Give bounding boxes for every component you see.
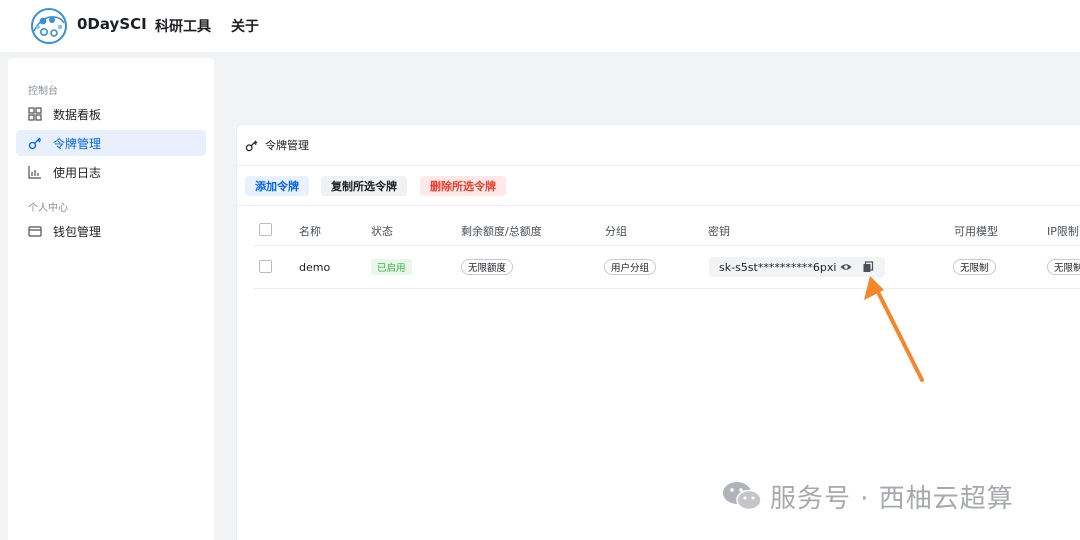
api-key-field: sk-s5st**********6pxi: [709, 257, 885, 277]
wallet-icon: [28, 224, 42, 238]
divider: [237, 165, 1080, 166]
api-key-value: sk-s5st**********6pxi: [719, 260, 837, 274]
sidebar-item-wallet[interactable]: 钱包管理: [16, 218, 206, 244]
models-tag: 无限制: [953, 259, 996, 275]
status-badge: 已启用: [371, 259, 412, 275]
watermark-text: 服务号 · 西柚云超算: [770, 483, 1014, 514]
sidebar-group-console: 控制台: [28, 86, 58, 97]
logo-icon[interactable]: [30, 7, 68, 45]
column-header-quota[interactable]: 剩余额度/总额度: [461, 223, 542, 239]
key-icon: [245, 139, 258, 152]
grid-icon: [28, 107, 42, 121]
copy-selected-tokens-button[interactable]: 复制所选令牌: [321, 176, 407, 196]
sidebar-group-personal: 个人中心: [28, 203, 68, 214]
nav-about[interactable]: 关于: [231, 16, 259, 36]
select-all-checkbox[interactable]: [259, 223, 272, 236]
sidebar: 控制台 数据看板 令牌管理 使用日志 个人中心 钱包管理: [8, 58, 214, 540]
top-header: 0DaySCI 科研工具 关于: [0, 0, 1080, 52]
eye-icon[interactable]: [840, 261, 852, 273]
column-header-key[interactable]: 密钥: [708, 223, 730, 239]
sidebar-item-label: 使用日志: [53, 165, 102, 180]
column-header-group[interactable]: 分组: [605, 223, 627, 239]
sidebar-item-label: 钱包管理: [53, 224, 102, 239]
column-header-ip-limit[interactable]: IP限制: [1047, 223, 1079, 239]
token-name: demo: [299, 261, 331, 274]
sidebar-item-token-management[interactable]: 令牌管理: [16, 130, 206, 156]
card-title: 令牌管理: [245, 137, 309, 153]
quota-tag: 无限额度: [461, 259, 514, 275]
divider: [253, 288, 1080, 289]
wechat-icon: [723, 482, 762, 511]
divider: [237, 205, 1080, 206]
delete-selected-tokens-button[interactable]: 删除所选令牌: [420, 176, 506, 196]
group-tag: 用户分组: [604, 259, 657, 275]
row-checkbox[interactable]: [259, 260, 272, 273]
brand-name[interactable]: 0DaySCI: [77, 15, 147, 33]
ip-limit-tag: 无限制: [1047, 259, 1080, 275]
column-header-name[interactable]: 名称: [299, 223, 321, 239]
page-title: 令牌管理: [265, 139, 309, 152]
bar-chart-icon: [28, 165, 42, 179]
column-header-models[interactable]: 可用模型: [954, 223, 998, 239]
sidebar-item-dashboard[interactable]: 数据看板: [16, 101, 206, 127]
sidebar-item-label: 令牌管理: [53, 136, 102, 151]
divider: [253, 245, 1080, 246]
sidebar-item-label: 数据看板: [53, 107, 102, 122]
add-token-button[interactable]: 添加令牌: [245, 176, 309, 196]
annotation-arrow-icon: [864, 276, 924, 382]
watermark: 服务号 · 西柚云超算: [722, 478, 1014, 514]
key-icon: [28, 136, 42, 150]
sidebar-item-usage-log[interactable]: 使用日志: [16, 159, 206, 185]
column-header-status[interactable]: 状态: [371, 223, 393, 239]
nav-research-tools[interactable]: 科研工具: [155, 16, 211, 36]
